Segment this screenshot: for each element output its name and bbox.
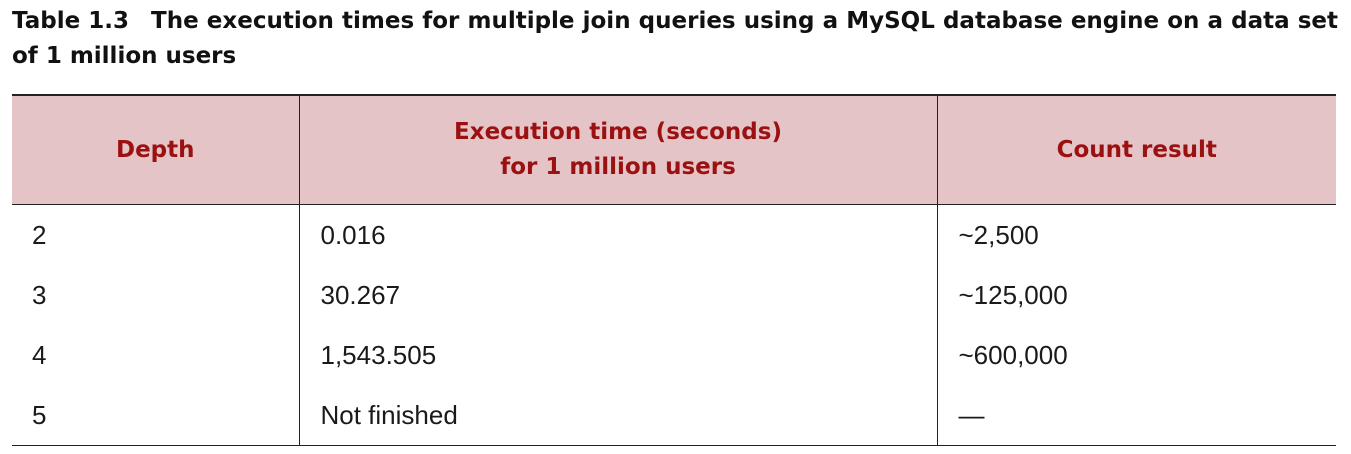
cell-execution-time: Not finished [298,385,937,446]
table-row: 5 Not finished — [12,385,1336,446]
header-execution-time: Execution time (seconds) for 1 million u… [298,94,937,205]
cell-depth: 3 [32,279,47,310]
table-row: 3 30.267 ~125,000 [12,265,1336,325]
header-count-result: Count result [936,94,1336,205]
table-caption: Table 1.3 The execution times for multipl… [12,4,1338,74]
cell-depth: 5 [12,385,299,446]
header-line: Execution time (seconds) [454,119,782,145]
cell-depth: 2 [32,219,47,250]
table-header-row: Depth Execution time (seconds) for 1 mil… [12,94,1336,205]
header-line: Count result [1056,136,1217,163]
data-table: Depth Execution time (seconds) for 1 mil… [12,94,1336,446]
cell-count-result: ~600,000 [936,325,1336,385]
table-row: 2 0.016 ~2,500 [12,204,1336,265]
cell-execution-time: 0.016 [298,204,937,265]
header-line: Depth [115,136,195,163]
header-depth: Depth [12,94,299,205]
cell-count-result: ~2,500 [936,204,1336,265]
table-caption-text: The execution times for multiple join qu… [12,8,1338,69]
header-line: for 1 million users [500,154,736,180]
table-row: 4 1,543.505 ~600,000 [12,325,1336,385]
cell-depth: 4 [32,339,47,370]
cell-execution-time: 30.267 [298,265,937,325]
table-number: Table 1.3 [12,8,130,34]
cell-count-result: ~125,000 [936,265,1336,325]
cell-execution-time: 1,543.505 [298,325,937,385]
cell-count-result: — [936,385,1336,446]
